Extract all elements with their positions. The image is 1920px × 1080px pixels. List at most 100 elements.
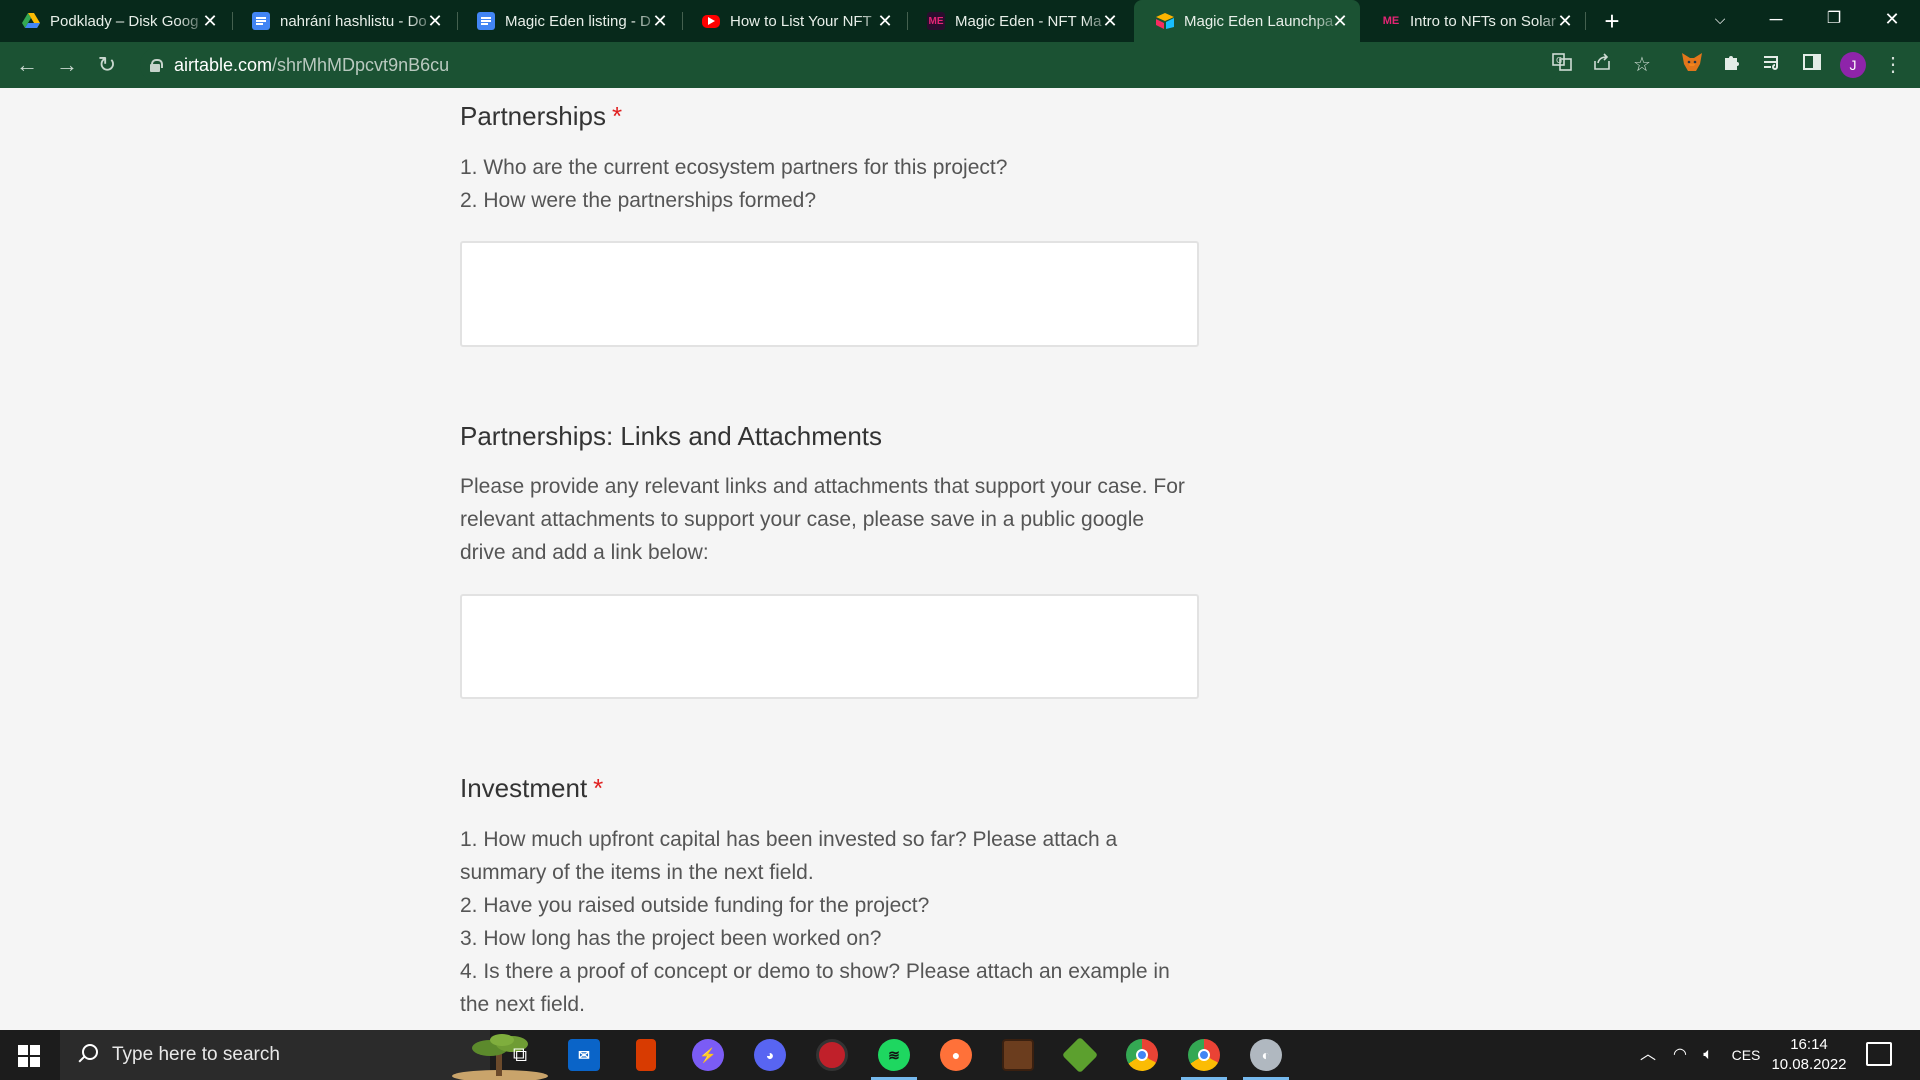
required-asterisk: *	[593, 773, 604, 803]
minecraft-app-icon[interactable]	[1002, 1039, 1034, 1071]
tab-title: Magic Eden - NFT Ma	[955, 12, 1102, 30]
bookmark-star-icon[interactable]: ☆	[1629, 52, 1655, 78]
google-drive-icon	[22, 12, 40, 30]
svg-text:G: G	[1556, 56, 1562, 65]
description-line: 1. How much upfront capital has been inv…	[460, 828, 1118, 851]
restore-button[interactable]: ❐	[1806, 0, 1862, 38]
close-tab-icon[interactable]: ✕	[875, 11, 895, 31]
investment-description: 1. How much upfront capital has been inv…	[460, 823, 1220, 1021]
description-line: 2. Have you raised outside funding for t…	[460, 894, 930, 917]
profile-avatar[interactable]: J	[1840, 52, 1866, 78]
partnerships-links-description: Please provide any relevant links and at…	[460, 470, 1220, 569]
system-clock[interactable]: 16:14 10.08.2022	[1764, 1035, 1854, 1075]
partnerships-links-question-title: Partnerships: Links and Attachments	[460, 421, 883, 451]
side-panel-icon[interactable]	[1799, 52, 1825, 78]
mail-app-icon[interactable]: ✉	[568, 1039, 600, 1071]
magic-eden-icon: ME	[927, 12, 945, 30]
tab-title: How to List Your NFT	[730, 12, 872, 30]
magic-eden-icon: ME	[1382, 15, 1400, 27]
investment-question-title: Investment *	[460, 773, 604, 803]
tab-title: Intro to NFTs on Solar	[1410, 12, 1556, 30]
partnerships-links-input[interactable]	[460, 594, 1199, 699]
close-window-button[interactable]: ✕	[1864, 0, 1920, 38]
url-text[interactable]: airtable.com/shrMhMDpcvt9nB6cu	[174, 55, 449, 76]
back-button[interactable]: ←	[12, 50, 42, 80]
tab-how-to-list-nft[interactable]: How to List Your NFT ✕	[680, 0, 905, 42]
close-tab-icon[interactable]: ✕	[425, 11, 445, 31]
partnerships-description: 1. Who are the current ecosystem partner…	[460, 151, 1220, 217]
minecraft-launcher-icon[interactable]	[1061, 1036, 1099, 1074]
windows-taskbar: Type here to search ⧉ ✉ ⚡ ◕ ≋ ● ◐ ︿ ◠ 🔈︎…	[0, 1030, 1920, 1080]
translate-icon[interactable]: G	[1549, 52, 1575, 78]
tab-magic-eden-listing[interactable]: Magic Eden listing - D ✕	[455, 0, 680, 42]
share-icon[interactable]	[1589, 52, 1615, 78]
google-docs-icon	[477, 12, 495, 30]
close-tab-icon[interactable]: ✕	[1555, 11, 1575, 31]
discord-app-icon[interactable]: ◕	[754, 1039, 786, 1071]
wifi-icon[interactable]: ◠	[1668, 1030, 1692, 1080]
volume-icon[interactable]: 🔈︎	[1696, 1030, 1720, 1080]
description-line: 4. Is there a proof of concept or demo t…	[460, 960, 1170, 983]
messenger-app-icon[interactable]: ⚡	[692, 1039, 724, 1071]
clock-time: 16:14	[1790, 1036, 1828, 1053]
close-tab-icon[interactable]: ✕	[200, 11, 220, 31]
description-line: 3. How long has the project been worked …	[460, 927, 882, 950]
taskbar-search-box[interactable]: Type here to search	[60, 1030, 548, 1080]
search-placeholder: Type here to search	[112, 1044, 280, 1065]
partnerships-question-title: Partnerships *	[460, 101, 623, 131]
tab-title: Magic Eden listing - D	[505, 12, 651, 30]
clock-date: 10.08.2022	[1771, 1056, 1847, 1073]
lock-icon[interactable]	[150, 59, 163, 72]
spotify-app-icon[interactable]: ≋	[878, 1039, 910, 1071]
tab-intro-to-nfts[interactable]: ME Intro to NFTs on Solar ✕	[1360, 0, 1585, 42]
new-tab-button[interactable]: +	[1598, 7, 1626, 35]
description-line: drive and add a link below:	[460, 541, 709, 564]
tab-title: nahrání hashlistu - Do	[280, 12, 427, 30]
close-tab-icon[interactable]: ✕	[1330, 11, 1350, 31]
show-hidden-icons-chevron-icon[interactable]: ︿	[1636, 1030, 1660, 1080]
description-line: relevant attachments to support your cas…	[460, 508, 1145, 531]
extensions-puzzle-icon[interactable]	[1719, 52, 1745, 78]
tab-search-chevron-icon[interactable]: ⌵	[1692, 0, 1748, 38]
tab-title: Podklady – Disk Goog	[50, 12, 199, 30]
reload-button[interactable]: ↻	[92, 50, 122, 80]
browser-tab-strip: Podklady – Disk Goog ✕ nahrání hashlistu…	[0, 0, 1920, 42]
description-line: Please provide any relevant links and at…	[460, 475, 1185, 498]
brave-app-icon[interactable]	[816, 1039, 848, 1071]
windows-start-icon[interactable]	[18, 1045, 40, 1067]
address-bar[interactable]: airtable.com/shrMhMDpcvt9nB6cu	[140, 47, 1560, 83]
browser-toolbar: ← → ↻ airtable.com/shrMhMDpcvt9nB6cu G ☆…	[0, 42, 1920, 88]
tab-title: Magic Eden Launchpa	[1184, 12, 1334, 30]
airtable-icon	[1156, 12, 1174, 30]
metamask-extension-icon[interactable]	[1679, 52, 1705, 78]
chrome-app-icon[interactable]	[1126, 1039, 1158, 1071]
close-tab-icon[interactable]: ✕	[650, 11, 670, 31]
browser-menu-icon[interactable]: ⋮	[1880, 52, 1906, 78]
search-icon	[76, 1044, 98, 1066]
tab-podklady[interactable]: Podklady – Disk Goog ✕	[0, 0, 230, 42]
partnerships-input[interactable]	[460, 241, 1199, 347]
forward-button[interactable]: →	[52, 50, 82, 80]
tab-separator	[1585, 12, 1586, 30]
firefox-app-icon[interactable]: ●	[940, 1039, 972, 1071]
description-line: summary of the items in the next field.	[460, 861, 814, 884]
chrome-profile-app-icon[interactable]	[1188, 1039, 1220, 1071]
minimize-button[interactable]: ─	[1748, 0, 1804, 38]
notification-center-icon[interactable]	[1866, 1042, 1892, 1066]
required-asterisk: *	[611, 101, 623, 131]
description-line: the next field.	[460, 993, 585, 1016]
google-docs-icon	[252, 12, 270, 30]
tab-magic-eden-marketplace[interactable]: ME Magic Eden - NFT Ma ✕	[905, 0, 1130, 42]
office-app-icon[interactable]	[636, 1039, 656, 1071]
language-indicator[interactable]: CES	[1728, 1030, 1764, 1080]
close-tab-icon[interactable]: ✕	[1100, 11, 1120, 31]
disk-app-icon[interactable]: ◐	[1250, 1039, 1282, 1071]
tab-magic-eden-launchpad[interactable]: Magic Eden Launchpa ✕	[1134, 0, 1360, 42]
media-queue-icon[interactable]	[1759, 52, 1785, 78]
description-line: 2. How were the partnerships formed?	[460, 189, 817, 212]
description-line: 1. Who are the current ecosystem partner…	[460, 156, 1008, 179]
task-view-icon[interactable]: ⧉	[504, 1030, 536, 1080]
airtable-form: Partnerships * 1. Who are the current eco…	[0, 88, 1920, 1030]
youtube-icon	[702, 14, 720, 28]
tab-nahrani-hashlistu[interactable]: nahrání hashlistu - Do ✕	[230, 0, 455, 42]
